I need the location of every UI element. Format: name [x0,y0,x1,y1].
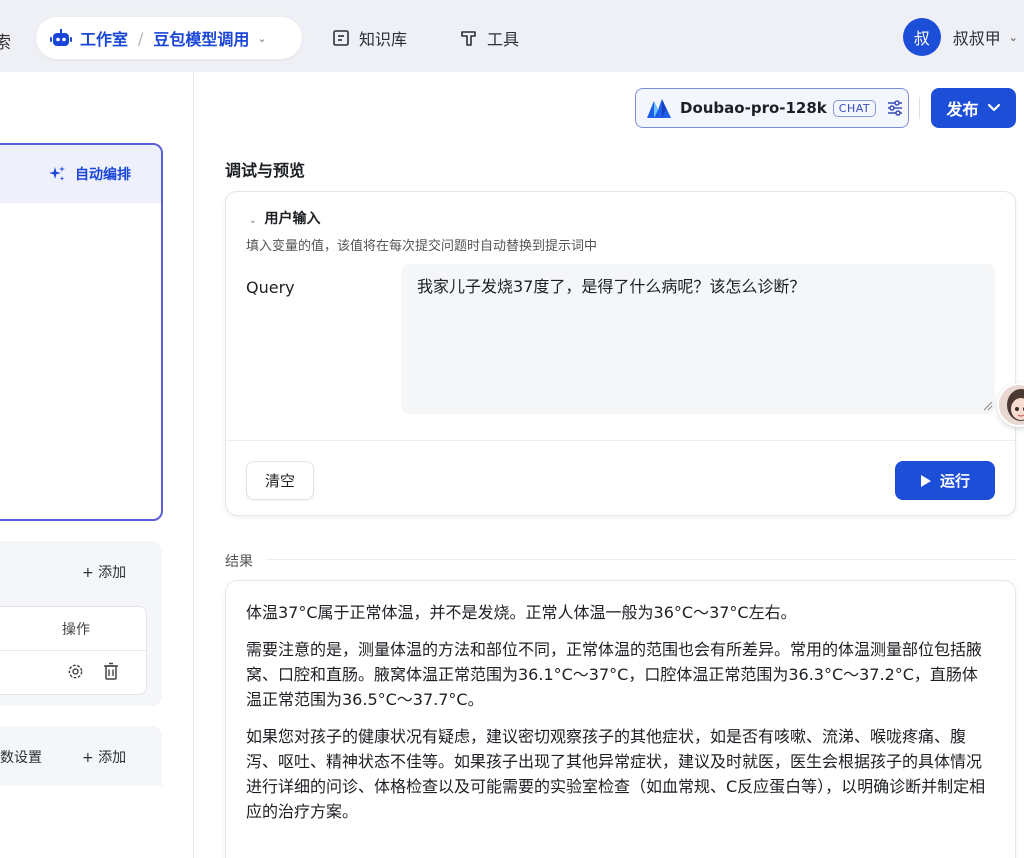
nav-item-knowledge[interactable]: 知识库 [332,26,407,50]
breadcrumb-project[interactable]: 豆包模型调用 [153,26,249,50]
column-divider [193,72,194,858]
run-label: 运行 [939,472,970,490]
assistant-face-icon [999,385,1024,425]
nav-item-tools-label: 工具 [487,30,520,49]
play-icon [920,474,931,487]
chevron-down-icon [987,103,1000,112]
result-paragraph: 如果您对孩子的健康状况有疑虑，建议密切观察孩子的其他症状，如是否有咳嗽、流涕、喉… [246,727,986,821]
user-name: 叔叔甲 [952,29,1001,48]
debug-title: 调试与预览 [225,161,306,180]
result-paragraph: 体温37°C属于正常体温，并不是发烧。正常人体温一般为36°C～37°C左右。 [246,603,797,622]
bot-icon [50,28,72,48]
breadcrumb-separator: / [138,28,144,48]
settings-sliders-icon[interactable] [886,99,904,117]
table-header-ops: 操作 [62,622,90,638]
gear-icon[interactable] [66,662,85,681]
nav-item-truncated[interactable]: 索 [0,28,11,53]
run-button[interactable]: 运行 [895,461,995,500]
query-label: Query [246,278,295,297]
result-title: 结果 [225,554,253,570]
params-section-label: 数设置 [0,750,42,766]
hammer-icon [461,31,476,46]
user-input-hint: 填入变量的值，该值将在每次提交问题时自动替换到提示词中 [246,239,598,254]
avatar[interactable]: 叔 [902,18,941,56]
resize-handle-icon[interactable] [983,401,993,411]
chevron-down-icon[interactable]: ⌄ [1009,31,1018,44]
auto-arrange-button[interactable]: 自动编排 [0,145,161,203]
auto-arrange-label: 自动编排 [75,167,131,183]
clear-button[interactable]: 清空 [246,461,314,500]
user-input-toggle[interactable]: ⌄ 用户输入 [249,208,321,228]
chevron-down-icon: ⌄ [249,216,257,226]
chevron-down-icon[interactable]: ⌄ [257,32,266,45]
book-icon [333,30,349,46]
table-divider [0,650,147,651]
params-list [0,786,162,858]
add-param-button[interactable]: + 添加 [82,747,126,767]
publish-button[interactable]: 发布 [931,88,1016,128]
model-name: Doubao-pro-128k [680,99,827,117]
user-input-label: 用户输入 [264,211,321,227]
trash-icon[interactable] [102,662,120,681]
doubao-logo-icon [647,99,671,118]
nav-item-tools[interactable]: 工具 [460,26,519,50]
result-paragraph: 需要注意的是，测量体温的方法和部位不同，正常体温的范围也会有所差异。常用的体温测… [246,640,983,709]
nav-item-knowledge-label: 知识库 [359,30,408,49]
model-selector[interactable]: Doubao-pro-128k CHAT [635,88,909,128]
user-menu[interactable]: 叔 叔叔甲 ⌄ [902,18,1018,56]
breadcrumb-workspace[interactable]: 工作室 [80,26,128,50]
model-badge: CHAT [832,99,877,117]
toolbar-divider [919,97,920,119]
add-variable-button[interactable]: + 添加 [82,562,126,582]
result-divider [266,559,1016,560]
result-card: 体温37°C属于正常体温，并不是发烧。正常人体温一般为36°C～37°C左右。 … [225,580,1016,858]
breadcrumb: 工作室 / 豆包模型调用 ⌄ [36,17,302,59]
publish-label: 发布 [946,100,979,119]
top-nav: 索 工作室 / 豆包模型调用 ⌄ 知识库 工具 叔 叔叔甲 ⌄ [0,0,1024,72]
card-divider [226,440,1015,441]
prompt-editor-card[interactable]: 自动编排 [0,143,163,521]
query-input[interactable]: 我家儿子发烧37度了，是得了什么病呢？该怎么诊断？ [401,264,995,414]
sparkle-icon [49,166,65,181]
